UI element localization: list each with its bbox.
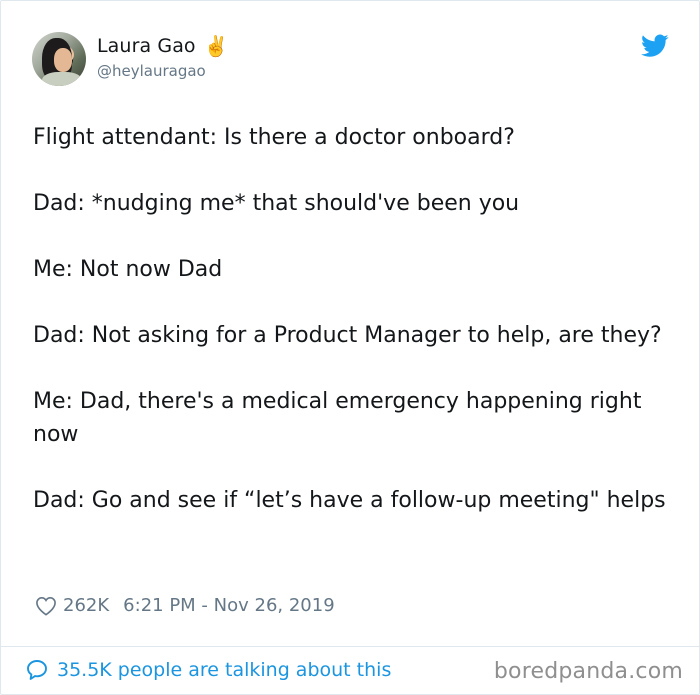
twitter-bird-icon[interactable] xyxy=(641,34,669,58)
speech-bubble-icon xyxy=(27,660,47,680)
author-name-row: Laura Gao ✌️ xyxy=(97,35,229,57)
like-count[interactable]: 262K xyxy=(63,595,109,616)
boredpanda-watermark: boredpanda.com xyxy=(493,659,683,684)
author-display-name[interactable]: Laura Gao xyxy=(97,35,196,57)
avatar[interactable] xyxy=(32,32,86,86)
author-handle[interactable]: @heylauragao xyxy=(97,62,206,80)
tweet-paragraph: Dad: Not asking for a Product Manager to… xyxy=(33,323,662,348)
avatar-shirt xyxy=(42,72,82,86)
divider xyxy=(1,646,699,647)
tweet-timestamp[interactable]: 6:21 PM - Nov 26, 2019 xyxy=(123,595,334,616)
tweet-text: Flight attendant: Is there a doctor onbo… xyxy=(33,121,673,550)
tweet-paragraph: Me: Dad, there's a medical emergency hap… xyxy=(33,389,649,447)
tweet-paragraph: Me: Not now Dad xyxy=(33,257,223,282)
victory-hand-emoji: ✌️ xyxy=(203,34,229,58)
heart-icon[interactable] xyxy=(35,596,57,616)
conversation-text[interactable]: 35.5K people are talking about this xyxy=(57,659,391,681)
tweet-paragraph: Dad: Go and see if “let’s have a follow-… xyxy=(33,488,666,513)
tweet-paragraph: Flight attendant: Is there a doctor onbo… xyxy=(33,125,515,150)
tweet-card: Laura Gao ✌️ @heylauragao Flight attenda… xyxy=(0,0,700,695)
tweet-meta: 262K 6:21 PM - Nov 26, 2019 xyxy=(35,595,335,616)
avatar-face xyxy=(54,48,72,72)
conversation-link[interactable]: 35.5K people are talking about this xyxy=(25,658,391,682)
tweet-paragraph: Dad: *nudging me* that should've been yo… xyxy=(33,191,520,216)
